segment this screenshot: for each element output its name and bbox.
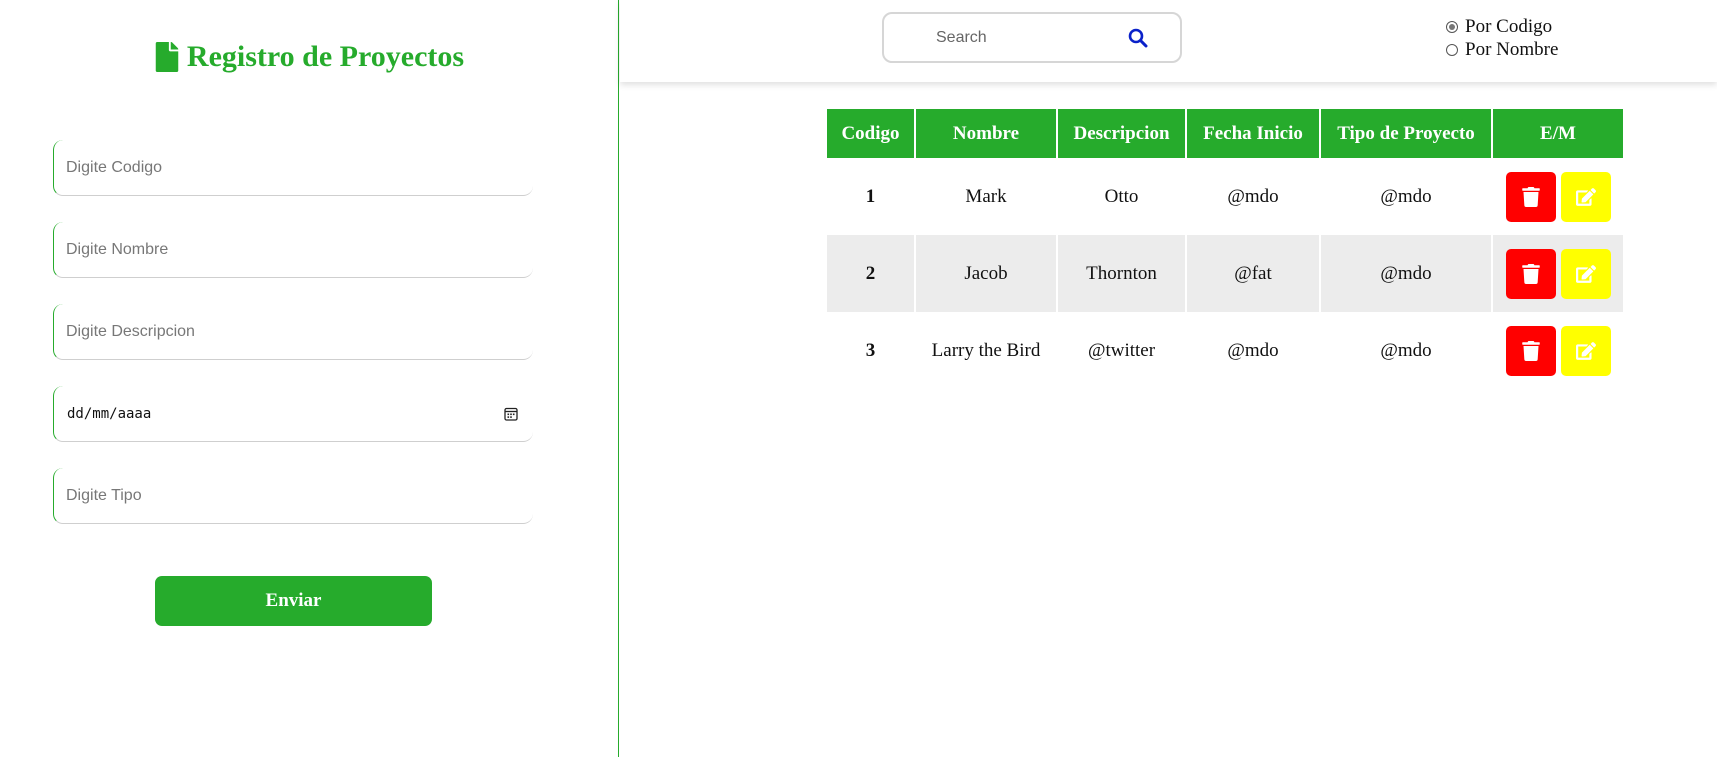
header-codigo: Codigo: [827, 109, 916, 158]
cell-actions: [1492, 235, 1623, 312]
delete-button[interactable]: [1505, 248, 1556, 299]
search-box[interactable]: [882, 12, 1182, 63]
fecha-field[interactable]: dd/mm/aaaa: [53, 386, 533, 442]
cell-codigo: 2: [827, 235, 916, 312]
table-header-row: Codigo Nombre Descripcion Fecha Inicio T…: [827, 109, 1623, 158]
trash-icon: [1521, 186, 1540, 207]
cell-fecha: @mdo: [1186, 312, 1321, 389]
header-fecha: Fecha Inicio: [1186, 109, 1321, 158]
table-row: 2 Jacob Thornton @fat @mdo: [827, 235, 1623, 312]
table-row: 3 Larry the Bird @twitter @mdo @mdo: [827, 312, 1623, 389]
cell-actions: [1492, 312, 1623, 389]
header-descripcion: Descripcion: [1057, 109, 1187, 158]
codigo-input[interactable]: [54, 140, 533, 195]
edit-button[interactable]: [1560, 325, 1611, 376]
file-icon: [155, 42, 179, 72]
edit-icon: [1575, 187, 1596, 206]
descripcion-field[interactable]: [53, 304, 533, 360]
cell-nombre: Mark: [915, 158, 1058, 235]
cell-descripcion: Otto: [1057, 158, 1187, 235]
cell-tipo: @mdo: [1320, 235, 1493, 312]
codigo-field[interactable]: [53, 140, 533, 196]
cell-descripcion: @twitter: [1057, 312, 1187, 389]
radio-por-codigo[interactable]: Por Codigo: [1446, 15, 1558, 38]
header-tipo: Tipo de Proyecto: [1320, 109, 1493, 158]
form-panel: Registro de Proyectos dd/mm/aaaa Enviar: [0, 0, 619, 757]
calendar-icon[interactable]: [504, 407, 518, 421]
edit-button[interactable]: [1560, 171, 1611, 222]
edit-button[interactable]: [1560, 248, 1611, 299]
nombre-input[interactable]: [54, 222, 533, 277]
fecha-input[interactable]: dd/mm/aaaa: [54, 406, 533, 422]
cell-fecha: @fat: [1186, 235, 1321, 312]
radio-button-codigo[interactable]: [1446, 20, 1458, 33]
cell-actions: [1492, 158, 1623, 235]
tipo-field[interactable]: [53, 468, 533, 524]
cell-codigo: 3: [827, 312, 916, 389]
form-title-text: Registro de Proyectos: [186, 40, 465, 73]
descripcion-input[interactable]: [54, 304, 533, 359]
nombre-field[interactable]: [53, 222, 533, 278]
delete-button[interactable]: [1505, 325, 1556, 376]
search-icon[interactable]: [1128, 28, 1148, 48]
trash-icon: [1521, 340, 1540, 361]
cell-tipo: @mdo: [1320, 158, 1493, 235]
radio-por-nombre[interactable]: Por Nombre: [1446, 38, 1558, 61]
table-row: 1 Mark Otto @mdo @mdo: [827, 158, 1623, 235]
cell-descripcion: Thornton: [1057, 235, 1187, 312]
cell-nombre: Larry the Bird: [915, 312, 1058, 389]
cell-nombre: Jacob: [915, 235, 1058, 312]
tipo-input[interactable]: [54, 468, 533, 523]
edit-icon: [1575, 341, 1596, 360]
radio-label-codigo: Por Codigo: [1465, 15, 1553, 37]
projects-table: Codigo Nombre Descripcion Fecha Inicio T…: [827, 109, 1623, 389]
filter-radio-group: Por Codigo Por Nombre: [1446, 15, 1558, 61]
header-actions: E/M: [1492, 109, 1623, 158]
cell-codigo: 1: [827, 158, 916, 235]
delete-button[interactable]: [1505, 171, 1556, 222]
search-input[interactable]: [934, 27, 1118, 48]
cell-fecha: @mdo: [1186, 158, 1321, 235]
edit-icon: [1575, 264, 1596, 283]
cell-tipo: @mdo: [1320, 312, 1493, 389]
radio-label-nombre: Por Nombre: [1465, 38, 1559, 60]
header-nombre: Nombre: [915, 109, 1058, 158]
form-title: Registro de Proyectos: [0, 40, 619, 74]
radio-button-nombre[interactable]: [1446, 43, 1458, 56]
submit-button[interactable]: Enviar: [155, 576, 432, 626]
trash-icon: [1521, 263, 1540, 284]
